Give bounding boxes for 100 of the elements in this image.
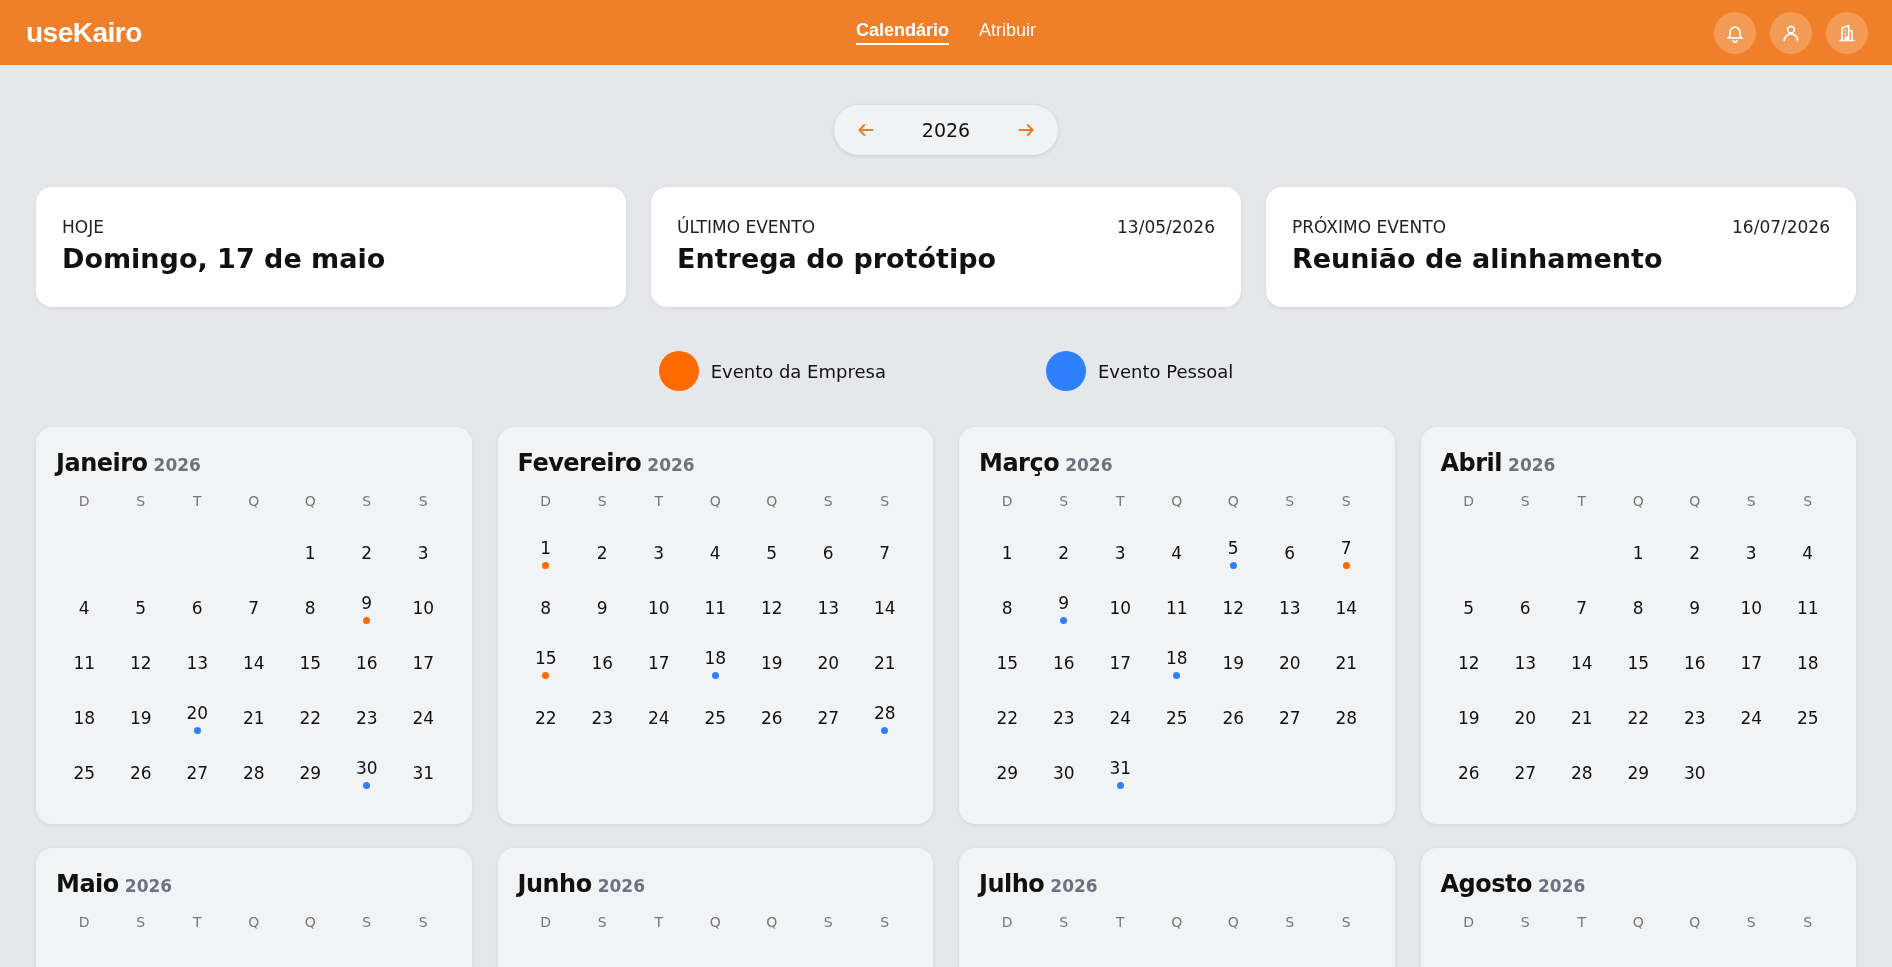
day-number[interactable]: 27 <box>1278 707 1301 728</box>
day-number[interactable]: 1 <box>304 542 316 563</box>
day-number[interactable]: 23 <box>591 707 614 728</box>
day-number[interactable]: 12 <box>760 597 783 618</box>
day-number[interactable]: 20 <box>186 702 209 723</box>
day-number[interactable]: 8 <box>540 597 552 618</box>
day-number[interactable]: 10 <box>1740 597 1763 618</box>
day-number[interactable]: 13 <box>186 652 209 673</box>
day-number[interactable]: 23 <box>355 707 378 728</box>
day-number[interactable]: 22 <box>996 707 1019 728</box>
day-number[interactable]: 21 <box>1335 652 1358 673</box>
day-number[interactable]: 6 <box>822 542 834 563</box>
day-number[interactable]: 13 <box>817 597 840 618</box>
day-number[interactable]: 2 <box>361 542 373 563</box>
day-number[interactable]: 15 <box>299 652 322 673</box>
day-number[interactable]: 25 <box>704 707 727 728</box>
day-number[interactable]: 17 <box>1740 652 1763 673</box>
day-number[interactable]: 7 <box>1340 537 1352 558</box>
day-number[interactable]: 5 <box>766 542 778 563</box>
day-number[interactable]: 26 <box>1457 762 1480 783</box>
day-number[interactable]: 21 <box>1570 707 1593 728</box>
day-number[interactable]: 16 <box>355 652 378 673</box>
company-button[interactable] <box>1826 11 1868 54</box>
day-number[interactable]: 7 <box>248 597 260 618</box>
day-number[interactable]: 30 <box>1052 762 1075 783</box>
day-number[interactable]: 27 <box>817 707 840 728</box>
day-number[interactable]: 14 <box>242 652 265 673</box>
day-number[interactable]: 1 <box>1001 542 1013 563</box>
day-number[interactable]: 11 <box>1165 597 1188 618</box>
day-number[interactable]: 29 <box>1627 762 1650 783</box>
day-number[interactable]: 5 <box>1227 537 1239 558</box>
day-number[interactable]: 12 <box>129 652 152 673</box>
day-number[interactable]: 7 <box>1576 597 1588 618</box>
day-number[interactable]: 13 <box>1278 597 1301 618</box>
day-number[interactable]: 5 <box>135 597 147 618</box>
day-number[interactable]: 26 <box>1222 707 1245 728</box>
day-number[interactable]: 7 <box>879 542 891 563</box>
day-number[interactable]: 8 <box>1632 597 1644 618</box>
notifications-button[interactable] <box>1714 11 1756 54</box>
day-number[interactable]: 21 <box>242 707 265 728</box>
day-number[interactable]: 17 <box>412 652 435 673</box>
day-number[interactable]: 10 <box>1109 597 1132 618</box>
day-number[interactable]: 25 <box>73 762 96 783</box>
day-number[interactable]: 29 <box>996 762 1019 783</box>
day-number[interactable]: 4 <box>78 597 90 618</box>
day-number[interactable]: 3 <box>417 542 429 563</box>
day-number[interactable]: 24 <box>1740 707 1763 728</box>
day-number[interactable]: 28 <box>1335 707 1358 728</box>
day-number[interactable]: 15 <box>534 647 557 668</box>
day-number[interactable]: 24 <box>1109 707 1132 728</box>
day-number[interactable]: 29 <box>299 762 322 783</box>
day-number[interactable]: 12 <box>1457 652 1480 673</box>
day-number[interactable]: 3 <box>653 542 665 563</box>
day-number[interactable]: 10 <box>647 597 670 618</box>
day-number[interactable]: 15 <box>996 652 1019 673</box>
day-number[interactable]: 14 <box>873 597 896 618</box>
day-number[interactable]: 5 <box>1463 597 1475 618</box>
day-number[interactable]: 18 <box>1796 652 1819 673</box>
day-number[interactable]: 30 <box>355 757 378 778</box>
day-number[interactable]: 30 <box>1683 762 1706 783</box>
day-number[interactable]: 9 <box>361 592 373 613</box>
day-number[interactable]: 31 <box>412 762 435 783</box>
day-number[interactable]: 8 <box>304 597 316 618</box>
day-number[interactable]: 24 <box>647 707 670 728</box>
day-number[interactable]: 24 <box>412 707 435 728</box>
day-number[interactable]: 17 <box>1109 652 1132 673</box>
day-number[interactable]: 20 <box>1514 707 1537 728</box>
day-number[interactable]: 25 <box>1165 707 1188 728</box>
day-number[interactable]: 14 <box>1570 652 1593 673</box>
day-number[interactable]: 23 <box>1052 707 1075 728</box>
day-number[interactable]: 3 <box>1745 542 1757 563</box>
day-number[interactable]: 6 <box>1519 597 1531 618</box>
day-number[interactable]: 13 <box>1514 652 1537 673</box>
day-number[interactable]: 17 <box>647 652 670 673</box>
day-number[interactable]: 2 <box>1689 542 1701 563</box>
day-number[interactable]: 27 <box>186 762 209 783</box>
day-number[interactable]: 10 <box>412 597 435 618</box>
day-number[interactable]: 22 <box>299 707 322 728</box>
day-number[interactable]: 6 <box>1284 542 1296 563</box>
day-number[interactable]: 28 <box>242 762 265 783</box>
day-number[interactable]: 27 <box>1514 762 1537 783</box>
day-number[interactable]: 28 <box>1570 762 1593 783</box>
day-number[interactable]: 3 <box>1114 542 1126 563</box>
day-number[interactable]: 20 <box>817 652 840 673</box>
day-number[interactable]: 18 <box>73 707 96 728</box>
day-number[interactable]: 19 <box>1457 707 1480 728</box>
day-number[interactable]: 16 <box>591 652 614 673</box>
day-number[interactable]: 19 <box>760 652 783 673</box>
day-number[interactable]: 16 <box>1683 652 1706 673</box>
day-number[interactable]: 1 <box>540 537 552 558</box>
day-number[interactable]: 12 <box>1222 597 1245 618</box>
day-number[interactable]: 26 <box>129 762 152 783</box>
day-number[interactable]: 11 <box>1796 597 1819 618</box>
day-number[interactable]: 2 <box>1058 542 1070 563</box>
day-number[interactable]: 1 <box>1632 542 1644 563</box>
day-number[interactable]: 19 <box>129 707 152 728</box>
day-number[interactable]: 16 <box>1052 652 1075 673</box>
profile-button[interactable] <box>1770 11 1812 54</box>
day-number[interactable]: 28 <box>873 702 896 723</box>
day-number[interactable]: 9 <box>596 597 608 618</box>
